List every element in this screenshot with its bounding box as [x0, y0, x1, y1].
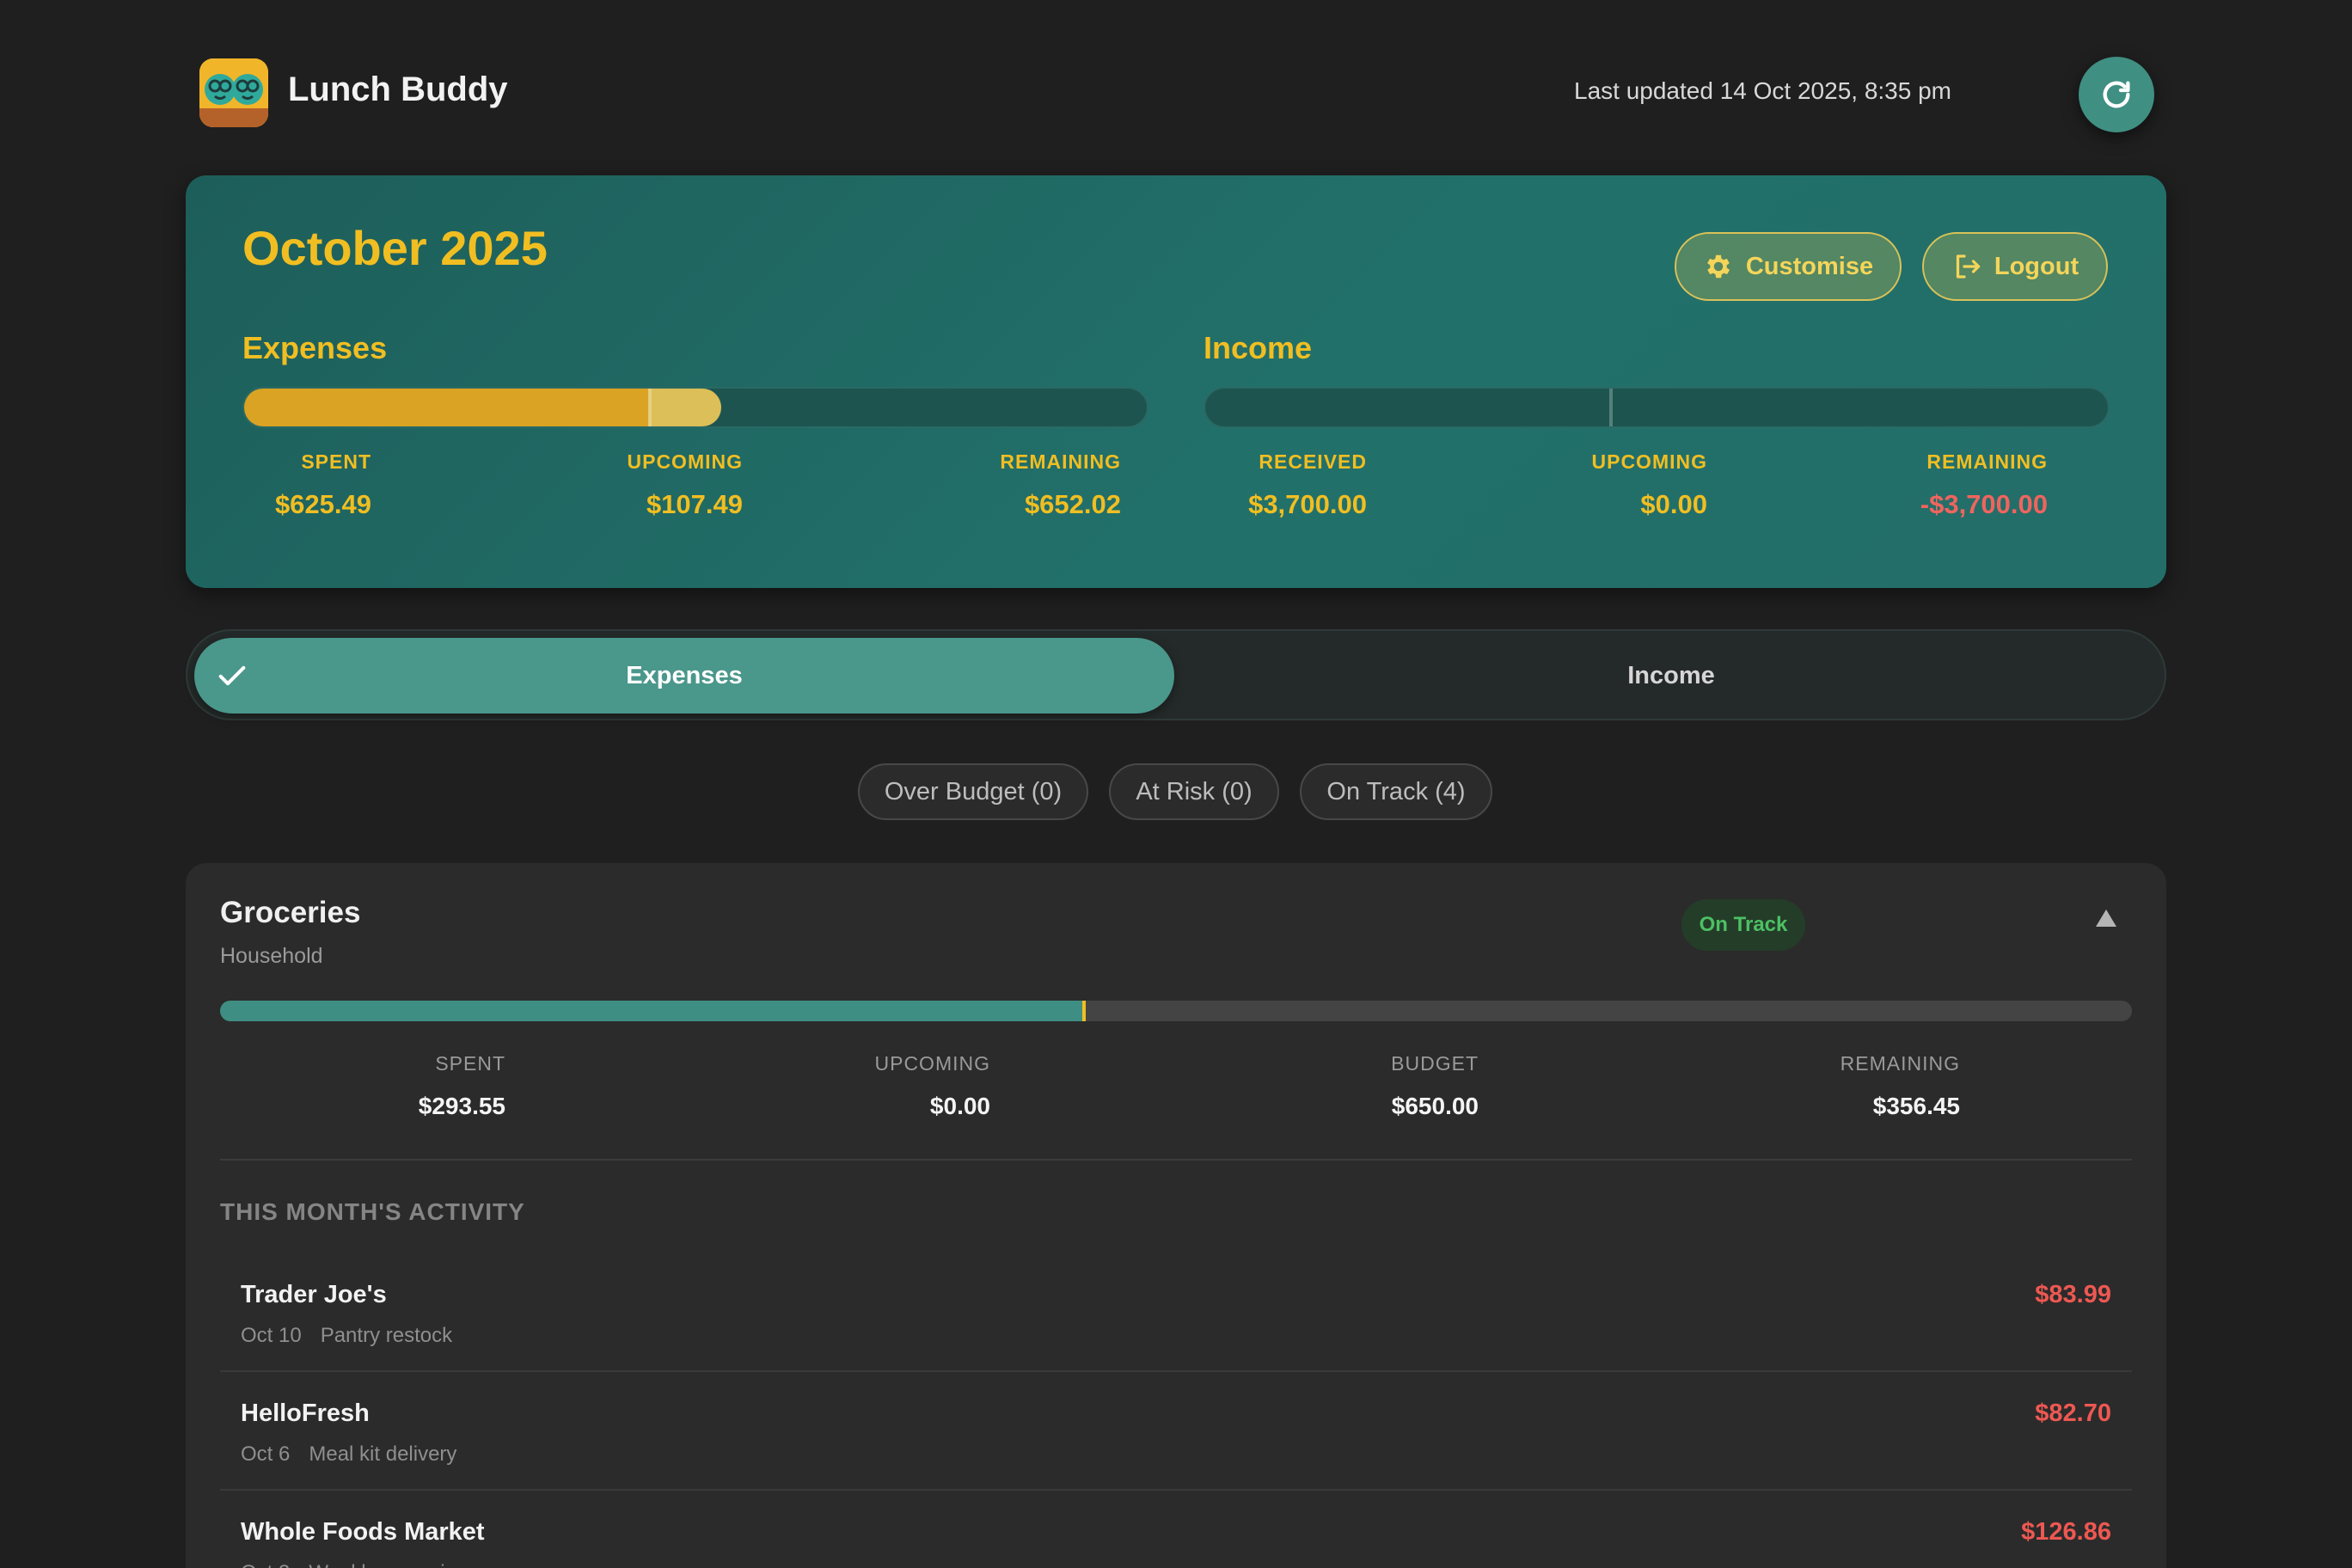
logout-icon [1956, 254, 1981, 279]
category-today-marker [1082, 1001, 1087, 1021]
expenses-remaining-stat: REMAINING $652.02 [959, 450, 1121, 520]
income-upcoming-value: $0.00 [1640, 489, 1707, 519]
tab-expenses[interactable]: Expenses [194, 638, 1174, 714]
app-header: Lunch Buddy Last updated 14 Oct 2025, 8:… [198, 57, 2154, 132]
category-remaining-value: $356.45 [1872, 1093, 1960, 1119]
app-logo [199, 58, 268, 127]
filter-on-track[interactable]: On Track (4) [1300, 763, 1492, 820]
transaction-row[interactable]: HelloFresh Oct 6 Meal kit delivery $82.70 [220, 1372, 2132, 1491]
gear-icon [1706, 254, 1730, 279]
category-remaining-label: REMAINING [1840, 1052, 1960, 1075]
category-upcoming-stat: UPCOMING $0.00 [856, 1052, 991, 1120]
expenses-today-marker [648, 389, 652, 426]
month-title: October 2025 [242, 221, 548, 275]
income-remaining-label: REMAINING [1926, 450, 2048, 473]
category-spent-label: SPENT [435, 1052, 505, 1075]
refresh-button[interactable] [2079, 57, 2154, 132]
category-upcoming-label: UPCOMING [874, 1052, 990, 1075]
category-budget-value: $650.00 [1391, 1093, 1479, 1119]
transaction-name: Whole Foods Market [241, 1518, 485, 1546]
income-remaining-value: -$3,700.00 [1920, 489, 2048, 519]
transaction-name: Trader Joe's [241, 1281, 387, 1308]
income-received-label: RECEIVED [1259, 450, 1367, 473]
category-progress-bar [220, 1001, 2132, 1021]
transaction-date: Oct 3 [241, 1561, 290, 1568]
transaction-amount: $82.70 [2035, 1400, 2111, 1427]
category-spent-value: $293.55 [418, 1093, 505, 1119]
filter-over-budget[interactable]: Over Budget (0) [858, 763, 1088, 820]
filter-at-risk[interactable]: At Risk (0) [1109, 763, 1279, 820]
income-remaining-stat: REMAINING -$3,700.00 [1871, 450, 2048, 520]
income-today-marker [1609, 389, 1614, 426]
transaction-name: HelloFresh [241, 1400, 370, 1427]
logout-label: Logout [1994, 252, 2079, 280]
expenses-remaining-label: REMAINING [1000, 450, 1121, 473]
transaction-row[interactable]: Trader Joe's Oct 10 Pantry restock $83.99 [220, 1253, 2132, 1372]
expenses-upcoming-stat: UPCOMING $107.49 [598, 450, 744, 520]
expenses-progress-bar [242, 387, 1148, 428]
check-icon [218, 665, 246, 686]
expenses-spent-label: SPENT [301, 450, 371, 473]
income-title: Income [1204, 330, 1313, 365]
category-budget-label: BUDGET [1391, 1052, 1479, 1075]
refresh-icon [2103, 81, 2130, 108]
status-badge: On Track [1681, 899, 1805, 951]
category-group: Household [220, 944, 323, 968]
tab-income-label: Income [1627, 661, 1715, 689]
income-progress-bar [1204, 387, 2110, 428]
customise-button[interactable]: Customise [1675, 232, 1902, 301]
transaction-meta: Oct 3 Weekly groceries [241, 1561, 467, 1568]
expenses-upcoming-label: UPCOMING [627, 450, 743, 473]
view-tabs: Expenses Income [186, 629, 2166, 720]
tab-income[interactable]: Income [1181, 638, 2161, 714]
activity-title: THIS MONTH'S ACTIVITY [220, 1198, 525, 1225]
income-received-value: $3,700.00 [1248, 489, 1367, 519]
transaction-note: Weekly groceries [309, 1561, 467, 1568]
tab-expenses-label: Expenses [626, 661, 743, 689]
transaction-row[interactable]: Whole Foods Market Oct 3 Weekly groceries… [220, 1491, 2132, 1568]
category-card-groceries[interactable]: Groceries Household On Track SPENT $293.… [186, 863, 2166, 1568]
month-summary-card: October 2025 Customise Logout Expenses S… [186, 175, 2166, 588]
expenses-spent-stat: SPENT $625.49 [242, 450, 371, 520]
category-remaining-stat: REMAINING $356.45 [1810, 1052, 1960, 1120]
app-page: Lunch Buddy Last updated 14 Oct 2025, 8:… [0, 0, 2352, 1568]
expenses-title: Expenses [242, 330, 388, 365]
app-name: Lunch Buddy [288, 70, 508, 108]
logout-button[interactable]: Logout [1922, 232, 2108, 301]
transaction-amount: $126.86 [2021, 1518, 2111, 1546]
transaction-note: Pantry restock [320, 1324, 453, 1347]
category-spent-stat: SPENT $293.55 [406, 1052, 505, 1120]
expenses-upcoming-fill [648, 389, 722, 426]
customise-label: Customise [1745, 252, 1874, 280]
expenses-spent-value: $625.49 [274, 489, 371, 519]
last-updated-text: Last updated 14 Oct 2025, 8:35 pm [1574, 77, 1951, 104]
expenses-spent-fill [244, 389, 649, 426]
transaction-meta: Oct 10 Pantry restock [241, 1324, 452, 1348]
category-divider [220, 1159, 2132, 1161]
income-upcoming-label: UPCOMING [1591, 450, 1707, 473]
category-name: Groceries [220, 896, 361, 929]
category-upcoming-value: $0.00 [929, 1093, 990, 1119]
income-upcoming-stat: UPCOMING $0.00 [1561, 450, 1708, 520]
expenses-upcoming-value: $107.49 [646, 489, 743, 519]
transaction-note: Meal kit delivery [309, 1442, 457, 1466]
income-received-stat: RECEIVED $3,700.00 [1204, 450, 1367, 520]
expenses-remaining-value: $652.02 [1024, 489, 1121, 519]
collapse-icon[interactable] [2094, 908, 2118, 928]
transaction-date: Oct 10 [241, 1324, 302, 1347]
transaction-meta: Oct 6 Meal kit delivery [241, 1442, 456, 1467]
category-spent-fill [220, 1001, 1083, 1021]
category-budget-stat: BUDGET $650.00 [1363, 1052, 1479, 1120]
transaction-date: Oct 6 [241, 1442, 291, 1466]
transaction-amount: $83.99 [2035, 1281, 2111, 1308]
